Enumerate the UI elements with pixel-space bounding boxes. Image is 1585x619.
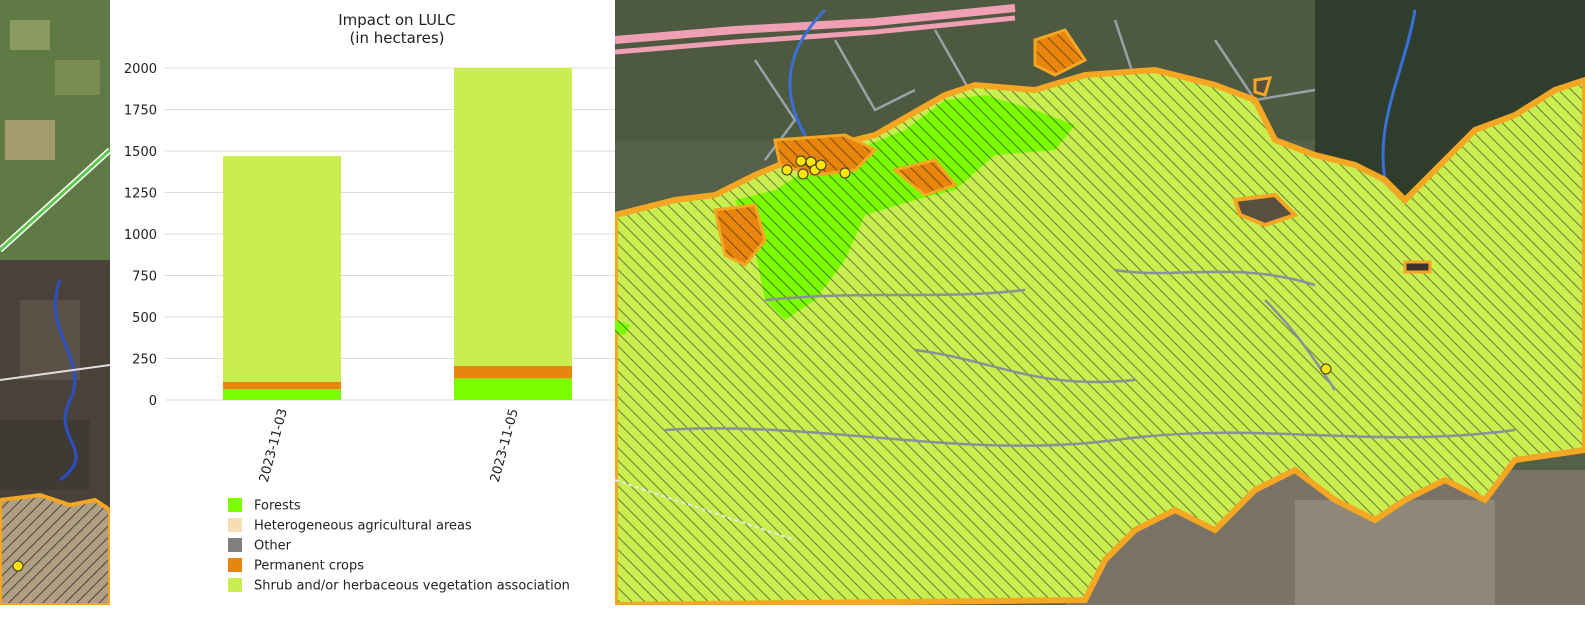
- legend-label: Forests: [254, 499, 301, 514]
- x-tick-label: 2023-11-05: [488, 407, 522, 484]
- hotspot-point[interactable]: [12, 560, 24, 572]
- bar-segment: [223, 155, 341, 382]
- chart-legend: Forests Heterogeneous agricultural areas O…: [228, 498, 570, 594]
- y-tick-label: 1500: [124, 145, 157, 160]
- burned-area-polygon[interactable]: [0, 492, 110, 607]
- left-satellite-map[interactable]: [0, 0, 110, 619]
- y-axis: 0 250 500 750 1000 1250 1500 1750 2000: [124, 62, 157, 409]
- legend-label: Permanent crops: [254, 559, 364, 574]
- legend-label: Shrub and/or herbaceous vegetation assoc…: [254, 579, 570, 594]
- chart-subtitle: (in hectares): [349, 29, 444, 47]
- legend-swatch: [228, 538, 242, 552]
- legend-swatch: [228, 578, 242, 592]
- lulc-impact-chart: Impact on LULC (in hectares) 0 250 500 750 1…: [110, 0, 615, 619]
- bar-segment: [454, 68, 572, 366]
- bar-segment: [454, 365, 572, 379]
- right-satellite-map[interactable]: [615, 0, 1585, 619]
- legend-label: Other: [254, 539, 292, 554]
- legend-swatch: [228, 518, 242, 532]
- y-tick-label: 750: [132, 270, 157, 285]
- y-tick-label: 1250: [124, 187, 157, 202]
- bar-segment: [223, 381, 341, 390]
- legend-label: Heterogeneous agricultural areas: [254, 519, 472, 534]
- y-tick-label: 1000: [124, 228, 157, 243]
- x-tick-label: 2023-11-03: [257, 407, 291, 484]
- y-tick-label: 2000: [124, 62, 157, 77]
- y-tick-label: 0: [149, 394, 157, 409]
- y-tick-label: 1750: [124, 104, 157, 119]
- bar-segment: [454, 378, 572, 400]
- y-tick-label: 250: [132, 353, 157, 368]
- y-tick-label: 500: [132, 311, 157, 326]
- x-axis: 2023-11-03 2023-11-05: [257, 407, 522, 484]
- legend-swatch: [228, 498, 242, 512]
- bar-segment: [223, 389, 341, 400]
- chart-title: Impact on LULC: [338, 11, 456, 29]
- legend-swatch: [228, 558, 242, 572]
